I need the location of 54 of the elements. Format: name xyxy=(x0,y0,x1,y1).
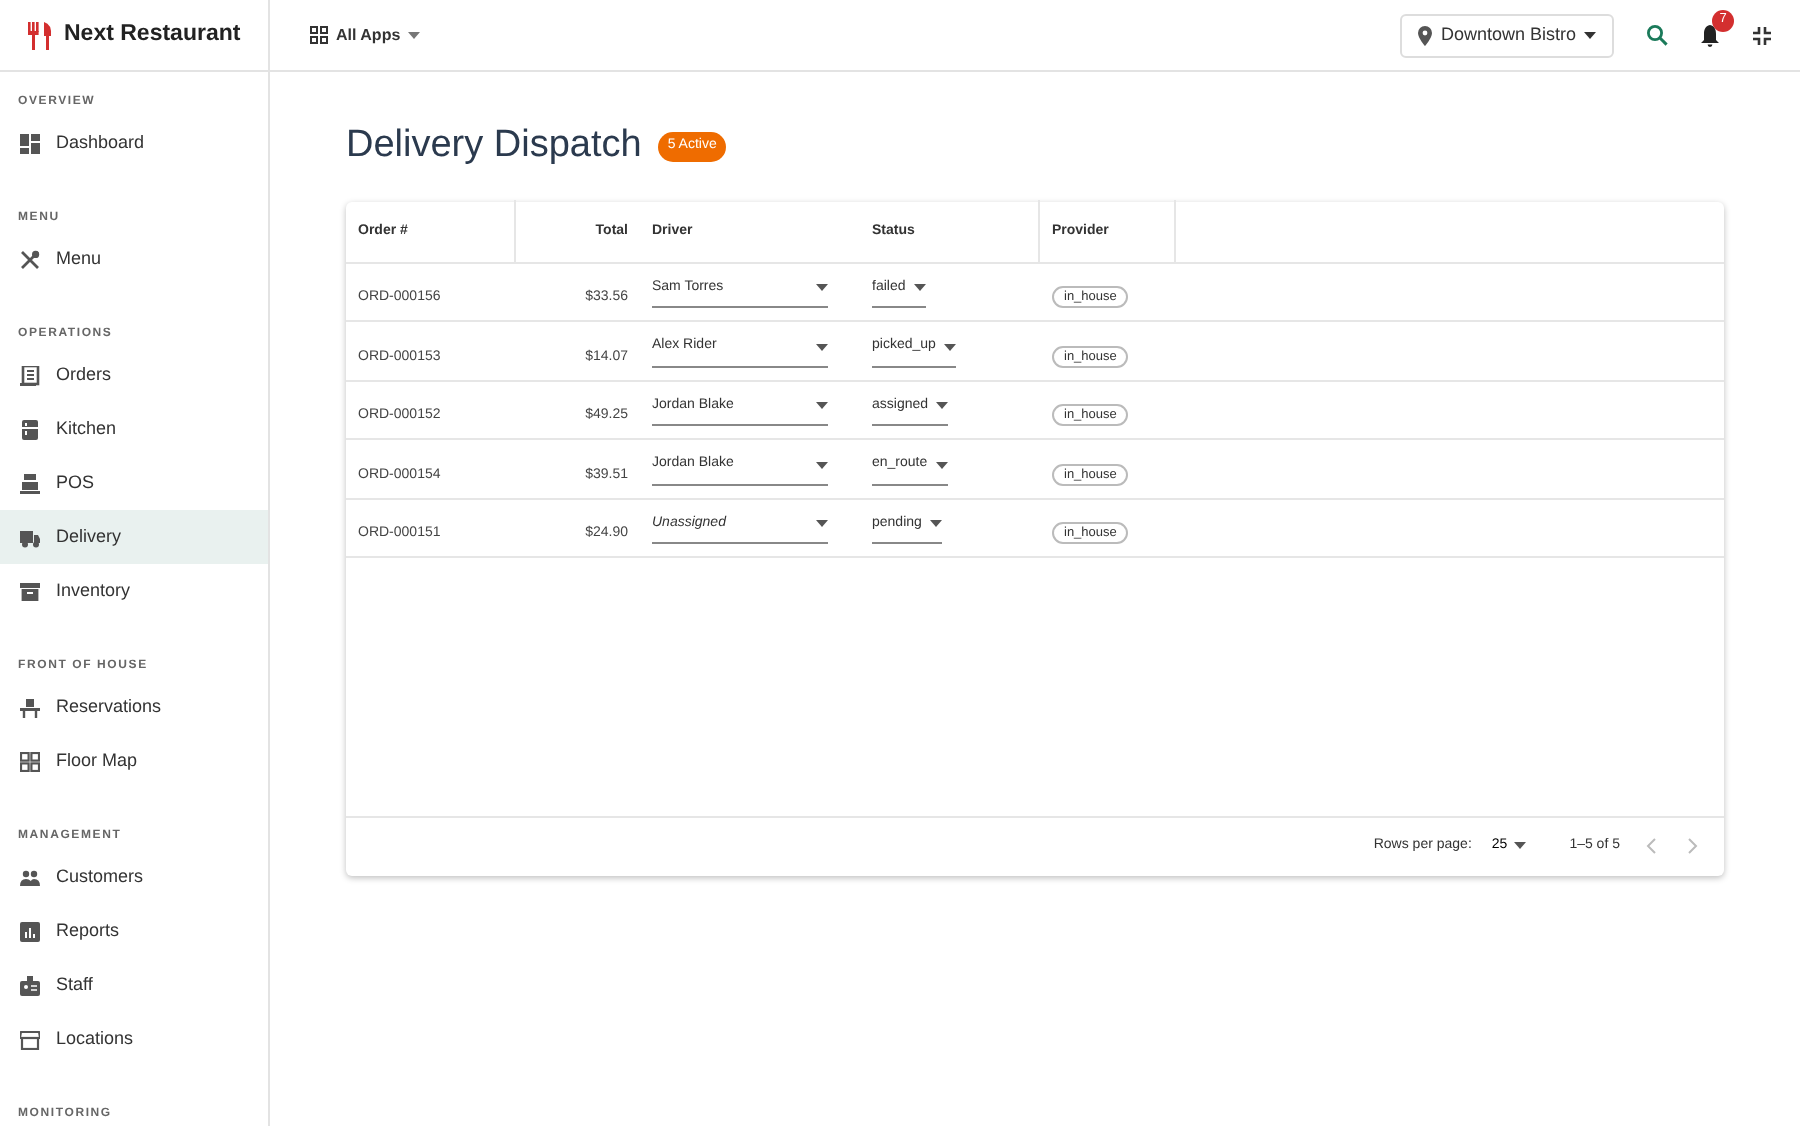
search-icon xyxy=(1646,24,1668,46)
caret-icon xyxy=(408,31,421,39)
caret-icon xyxy=(816,461,828,470)
caret-icon xyxy=(935,461,948,470)
grid-icon xyxy=(20,751,40,771)
sidebar-item[interactable]: Reservations xyxy=(0,680,268,734)
fork-knife-icon xyxy=(28,21,52,49)
sidebar-item[interactable]: Staff xyxy=(0,958,268,1012)
caret-icon xyxy=(943,343,956,352)
caret-icon xyxy=(816,284,828,293)
sidebar-item[interactable]: POS xyxy=(0,456,268,510)
people-icon xyxy=(20,867,40,887)
sidebar-item[interactable]: Inventory xyxy=(0,564,268,618)
collapse-icon xyxy=(1752,25,1772,45)
caret-icon xyxy=(936,402,949,411)
location-selector[interactable]: Downtown Bistro xyxy=(1400,13,1614,57)
sidebar-item[interactable]: Orders xyxy=(0,348,268,402)
chevron-right-icon xyxy=(1688,838,1698,855)
page-title: Delivery Dispatch xyxy=(346,124,642,170)
id-badge-icon xyxy=(20,975,40,995)
sidebar-item[interactable]: Delivery xyxy=(0,510,268,564)
search-button[interactable] xyxy=(1646,24,1668,46)
sidebar-item[interactable]: Locations xyxy=(0,1012,268,1066)
dashboard-icon xyxy=(20,133,40,153)
bell-icon xyxy=(1700,23,1720,47)
sidebar-item[interactable]: Menu xyxy=(0,232,268,286)
truck-icon xyxy=(20,527,40,547)
caret-icon xyxy=(1513,842,1526,851)
chevron-left-icon xyxy=(1646,838,1656,855)
caret-icon xyxy=(1584,31,1596,39)
caret-icon xyxy=(929,520,942,529)
kitchen-icon xyxy=(20,419,40,439)
bar-chart-icon xyxy=(20,921,40,941)
caret-icon xyxy=(816,520,828,529)
sidebar-item[interactable]: Reports xyxy=(0,904,268,958)
caret-icon xyxy=(816,402,828,411)
utensils-icon xyxy=(20,249,40,269)
receipt-icon xyxy=(20,365,40,385)
sidebar-item[interactable]: Dashboard xyxy=(0,116,268,170)
caret-icon xyxy=(913,284,926,293)
archive-icon xyxy=(20,581,40,601)
apps-grid-icon xyxy=(310,26,328,44)
notifications-button[interactable] xyxy=(1700,23,1720,47)
location-pin-icon xyxy=(1418,25,1433,45)
sidebar-item[interactable]: Floor Map xyxy=(0,734,268,788)
cash-register-icon xyxy=(20,473,40,493)
sidebar-item[interactable]: Kitchen xyxy=(0,402,268,456)
brand-name: Next Restaurant xyxy=(64,19,241,50)
chair-icon xyxy=(20,697,40,717)
all-apps-button[interactable]: All Apps xyxy=(306,19,425,51)
collapse-button[interactable] xyxy=(1752,25,1772,45)
sidebar-item[interactable]: Customers xyxy=(0,850,268,904)
storefront-icon xyxy=(20,1029,40,1049)
caret-icon xyxy=(816,343,828,352)
